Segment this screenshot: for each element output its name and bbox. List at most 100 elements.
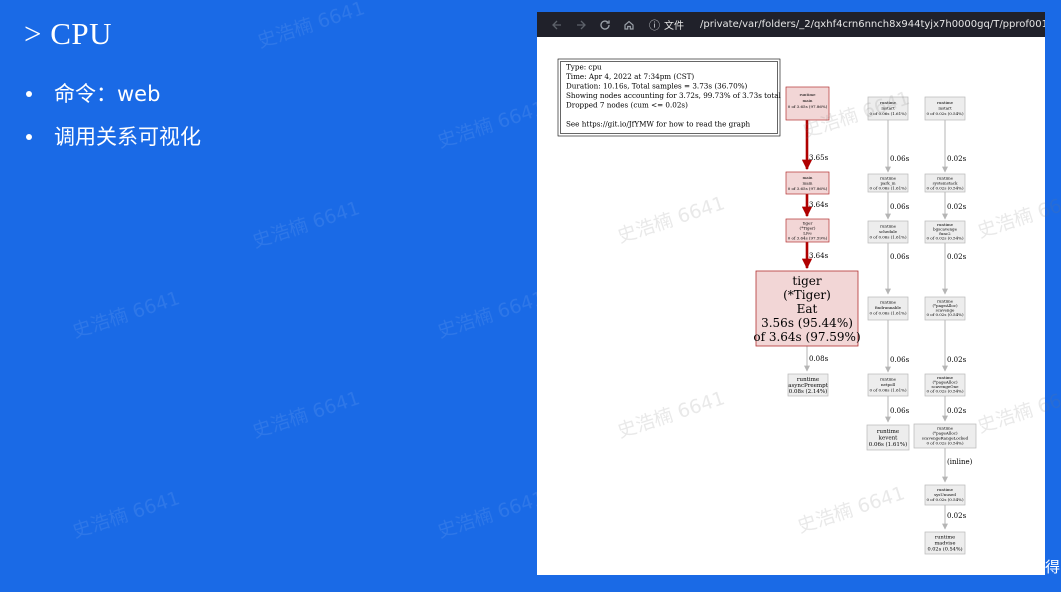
graph-node[interactable]: runtime madvise 0.02s (0.54%) (924, 531, 966, 555)
arrow-right-icon[interactable] (569, 15, 593, 35)
node-label: runtime (877, 429, 899, 435)
node-label: mstart (938, 106, 952, 111)
call-graph: Type: cpu Time: Apr 4, 2022 at 7:34pm (C… (557, 58, 977, 555)
node-label: 0.02s (0.54%) (927, 546, 962, 553)
address-bar[interactable]: ⓘ 文件 /private/var/folders/_2/qxhf4crn6nn… (649, 15, 1045, 35)
bullet-item: 调用关系可视化 (26, 115, 201, 158)
node-label: 0 of 0.02s (0.54%) (926, 389, 963, 394)
graph-node[interactable]: runtime (*pageAlloc) scavengeOne 0 of 0.… (924, 373, 966, 397)
node-label: runtime (880, 377, 897, 382)
edge-label: 0.06s (890, 253, 910, 261)
edge-label: 0.06s (890, 407, 910, 415)
edge-label: 0.02s (947, 407, 967, 415)
browser-window: ⓘ 文件 /private/var/folders/_2/qxhf4crn6nn… (537, 12, 1045, 575)
bullet-item: 命令：web (26, 72, 201, 115)
node-label: findrunnable (875, 305, 902, 310)
node-label: 0 of 0.06s (1.61%) (869, 111, 906, 116)
graph-node[interactable]: runtime systemstack 0 of 0.02s (0.54%) (924, 173, 966, 193)
legend-line: Dropped 7 nodes (cum <= 0.02s) (566, 101, 688, 110)
node-label: main (802, 98, 812, 103)
node-label: 0 of 0.06s (1.61%) (869, 388, 906, 393)
node-label: main (802, 181, 812, 186)
node-label: 0 of 0.02s (0.54%) (926, 441, 963, 446)
graph-node[interactable]: runtime schedule 0 of 0.06s (1.61%) (867, 220, 909, 244)
bullet-dot-icon (26, 90, 32, 97)
edge-label: 0.08s (809, 355, 829, 363)
bullet-list: 命令：web 调用关系可视化 (26, 72, 201, 158)
watermark: 史浩楠 6641 (69, 487, 183, 543)
node-label: runtime (799, 92, 816, 97)
edge-label: 0.06s (890, 356, 910, 364)
info-icon[interactable]: ⓘ (649, 17, 660, 33)
graph-node[interactable]: runtime sysUnused 0 of 0.02s (0.54%) (924, 484, 966, 506)
node-label: 0 of 3.65s (97.86%) (788, 186, 828, 191)
watermark: 史浩楠 6641 (254, 0, 368, 53)
graph-node[interactable]: main main 0 of 3.65s (97.86%) (785, 171, 830, 195)
edge-label: 3.65s (809, 154, 829, 162)
node-label: 0 of 3.65s (97.86%) (788, 104, 828, 109)
node-label: 0 of 0.06s (1.61%) (869, 311, 906, 316)
node-label: 0 of 0.06s (1.61%) (869, 235, 906, 240)
bullet-text: 命令：web (54, 81, 161, 106)
node-label: 0.08s (2.14%) (789, 388, 828, 395)
graph-node[interactable]: runtime kevent 0.06s (1.61%) (866, 424, 910, 451)
graph-node[interactable]: runtime netpoll 0 of 0.06s (1.61%) (867, 373, 909, 397)
edge-label: 0.06s (890, 155, 910, 163)
home-icon[interactable] (617, 15, 641, 35)
node-label: schedule (879, 229, 898, 234)
node-label: netpoll (881, 382, 896, 387)
edge-label: 0.02s (947, 512, 967, 520)
node-label: main (802, 175, 812, 180)
edge-label: 3.64s (809, 201, 829, 209)
node-label: 0 of 0.02s (0.54%) (926, 186, 963, 191)
node-label: of 3.64s (97.59%) (753, 330, 860, 344)
edge-label: 0.02s (947, 203, 967, 211)
url-text: /private/var/folders/_2/qxhf4crn6nnch8x9… (700, 19, 1045, 30)
graph-node[interactable]: runtime (*pageAlloc) scavenge 0 of 0.02s… (924, 296, 966, 321)
node-label: mstart (881, 106, 895, 111)
node-label: runtime (880, 224, 897, 229)
node-label: Eat (797, 302, 818, 316)
graph-node[interactable]: tiger (*Tiger) Live 0 of 3.64s (97.59%) (785, 218, 830, 243)
edge-label: 0.02s (947, 356, 967, 364)
graph-node[interactable]: runtime park_m 0 of 0.06s (1.61%) (867, 173, 909, 193)
graph-node[interactable]: tiger (*Tiger) Eat 3.56s (95.44%) of 3.6… (753, 270, 861, 347)
node-label: runtime (880, 100, 897, 105)
edge-label: 0.06s (890, 203, 910, 211)
arrow-left-icon[interactable] (545, 15, 569, 35)
node-label: 0 of 0.06s (1.61%) (869, 186, 906, 191)
graph-node[interactable]: runtime (*pageAlloc) scavengeRangeLocked… (913, 423, 977, 449)
graph-node[interactable]: runtime findrunnable 0 of 0.06s (1.61%) (867, 296, 909, 321)
edge-label: 0.02s (947, 155, 967, 163)
node-label: tiger (792, 274, 821, 288)
node-label: 0 of 0.02s (0.54%) (926, 497, 963, 502)
legend-line: See https://git.io/JfYMW for how to read… (566, 120, 751, 129)
slide-title: > CPU (24, 16, 113, 51)
legend-line: Duration: 10.16s, Total samples = 3.73s … (566, 82, 748, 91)
watermark: 史浩楠 6641 (434, 97, 548, 153)
node-label: runtime (937, 100, 954, 105)
edge-label: 3.64s (809, 252, 829, 260)
graph-legend: Type: cpu Time: Apr 4, 2022 at 7:34pm (C… (557, 58, 782, 137)
node-label: 0 of 0.02s (0.54%) (926, 236, 963, 241)
node-label: 0 of 0.02s (0.54%) (926, 111, 963, 116)
graph-node[interactable]: runtime bgscavenge func2 0 of 0.02s (0.5… (924, 220, 966, 244)
legend-line: Time: Apr 4, 2022 at 7:34pm (CST) (566, 72, 694, 81)
bullet-text: 调用关系可视化 (54, 124, 201, 149)
graph-node[interactable]: runtime asyncPreempt 0.08s (2.14%) (787, 373, 829, 397)
edge-label: 0.02s (947, 253, 967, 261)
watermark: 史浩楠 6641 (249, 387, 363, 443)
protocol-label: 文件 (664, 21, 684, 32)
watermark: 史浩楠 6641 (434, 487, 548, 543)
node-label: (*Tiger) (783, 288, 831, 302)
reload-icon[interactable] (593, 15, 617, 35)
graph-node[interactable]: runtime main 0 of 3.65s (97.86%) (785, 86, 830, 121)
corner-text: 得 (1045, 558, 1061, 576)
watermark: 史浩楠 6641 (249, 197, 363, 253)
legend-line: Showing nodes accounting for 3.72s, 99.7… (566, 91, 782, 100)
node-label: 0 of 3.64s (97.59%) (788, 236, 828, 241)
graph-node[interactable]: runtime mstart 0 of 0.02s (0.54%) (924, 96, 966, 121)
graph-node[interactable]: runtime mstart 0 of 0.06s (1.61%) (867, 96, 909, 121)
legend-line: Type: cpu (566, 63, 602, 72)
edge-label: (inline) (947, 458, 973, 466)
